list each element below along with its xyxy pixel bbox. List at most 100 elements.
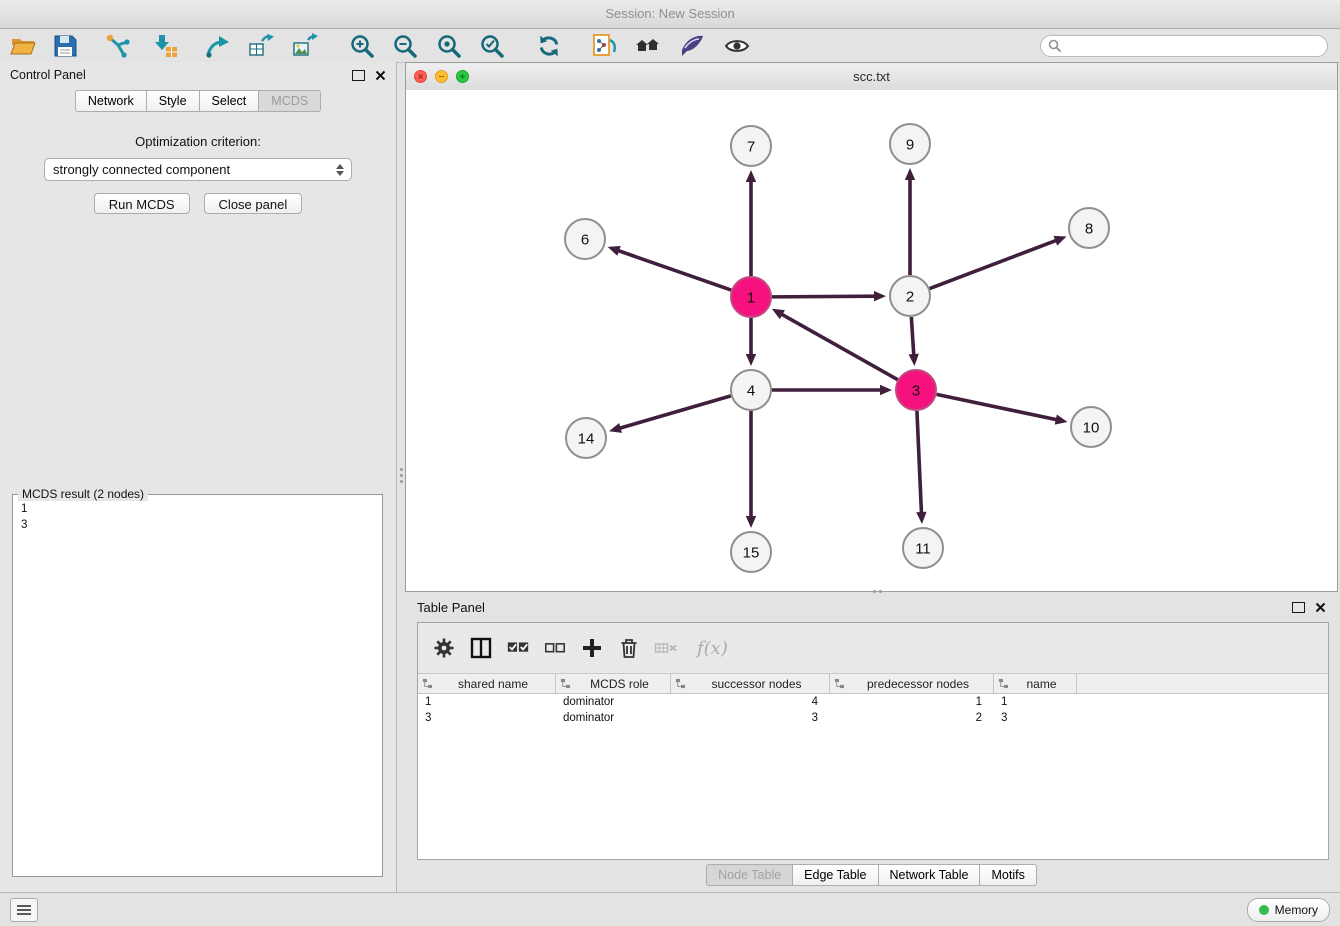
column-header-predecessor-nodes[interactable]: predecessor nodes (830, 674, 994, 693)
export-table-icon[interactable] (248, 33, 274, 59)
optimization-criterion-dropdown[interactable]: strongly connected component (44, 158, 352, 181)
edge-1-6[interactable] (616, 250, 731, 290)
edge-4-14[interactable] (618, 396, 731, 429)
table-row[interactable]: 3dominator323 (418, 710, 1328, 726)
window-title-bar: Session: New Session (0, 0, 1340, 29)
zoom-selected-icon[interactable] (479, 33, 505, 59)
close-window-icon[interactable] (414, 70, 427, 83)
tab-style[interactable]: Style (146, 90, 200, 112)
tab-mcds[interactable]: MCDS (258, 90, 321, 112)
edge-arrowhead (746, 170, 756, 182)
run-mcds-button[interactable]: Run MCDS (94, 193, 190, 214)
import-network-icon[interactable] (105, 33, 131, 59)
table-cell[interactable]: dominator (556, 696, 671, 708)
table-cell[interactable]: 2 (830, 712, 994, 724)
close-panel-icon[interactable] (375, 70, 386, 81)
tab-edge-table[interactable]: Edge Table (792, 864, 878, 886)
mcds-result-item: 1 (13, 501, 382, 517)
edge-3-1[interactable] (780, 313, 898, 379)
dropdown-stepper-icon (336, 164, 346, 176)
graph-node-11[interactable]: 11 (903, 528, 943, 568)
show-columns-icon[interactable] (469, 636, 493, 660)
edge-2-8[interactable] (930, 240, 1059, 289)
tab-motifs[interactable]: Motifs (979, 864, 1036, 886)
float-table-panel-icon[interactable] (1292, 602, 1305, 613)
table-cell[interactable]: 3 (418, 712, 556, 724)
graph-node-2[interactable]: 2 (890, 276, 930, 316)
export-image-icon[interactable] (292, 33, 318, 59)
memory-label: Memory (1275, 903, 1318, 917)
zoom-fit-icon[interactable] (436, 33, 462, 59)
column-header-name[interactable]: name (994, 674, 1077, 693)
zoom-window-icon[interactable] (456, 70, 469, 83)
network-canvas[interactable]: 7 9 6 8 1 2 4 3 14 10 15 11 (406, 90, 1337, 591)
table-cell[interactable]: 3 (994, 712, 1077, 724)
graph-node-6[interactable]: 6 (565, 219, 605, 259)
close-table-panel-icon[interactable] (1315, 602, 1326, 613)
export-network-icon[interactable] (205, 33, 231, 59)
zoom-out-icon[interactable] (392, 33, 418, 59)
import-table-icon[interactable] (152, 33, 178, 59)
network-from-selection-icon[interactable] (592, 33, 618, 59)
tab-node-table[interactable]: Node Table (706, 864, 793, 886)
graph-node-9[interactable]: 9 (890, 124, 930, 164)
edge-1-2[interactable] (772, 296, 877, 297)
delete-table-icon-disabled (654, 636, 678, 660)
create-column-plus-icon[interactable] (580, 636, 604, 660)
refresh-icon[interactable] (536, 33, 562, 59)
edge-arrowhead (746, 516, 756, 528)
table-cell[interactable]: 4 (671, 696, 830, 708)
mcds-result-box: MCDS result (2 nodes) 13 (12, 494, 383, 877)
tab-network-table[interactable]: Network Table (878, 864, 981, 886)
svg-text:4: 4 (747, 383, 755, 400)
table-cell[interactable]: 1 (418, 696, 556, 708)
status-menu-button[interactable] (10, 898, 38, 922)
edge-3-11[interactable] (917, 411, 922, 515)
open-session-icon[interactable] (10, 33, 36, 59)
graph-node-8[interactable]: 8 (1069, 208, 1109, 248)
show-hide-icon[interactable] (724, 33, 750, 59)
delete-column-trash-icon[interactable] (617, 636, 641, 660)
edge-2-3[interactable] (911, 317, 914, 357)
search-input[interactable] (1040, 35, 1328, 57)
column-header-MCDS-role[interactable]: MCDS role (556, 674, 671, 693)
network-window-title: scc.txt (853, 69, 890, 84)
annotations-icon[interactable] (679, 33, 705, 59)
table-row[interactable]: 1dominator411 (418, 694, 1328, 710)
save-session-icon[interactable] (52, 33, 78, 59)
zoom-in-icon[interactable] (349, 33, 375, 59)
edge-arrowhead (874, 291, 886, 301)
table-cell[interactable]: dominator (556, 712, 671, 724)
table-cell[interactable]: 1 (994, 696, 1077, 708)
table-settings-gear-icon[interactable] (432, 636, 456, 660)
tab-network[interactable]: Network (75, 90, 147, 112)
window-controls (414, 70, 469, 83)
table-body: 1dominator4113dominator323 (418, 694, 1328, 726)
table-cell[interactable]: 3 (671, 712, 830, 724)
close-panel-button[interactable]: Close panel (204, 193, 303, 214)
graph-node-10[interactable]: 10 (1071, 407, 1111, 447)
float-panel-icon[interactable] (352, 70, 365, 81)
mcds-result-item: 3 (13, 517, 382, 533)
graph-node-14[interactable]: 14 (566, 418, 606, 458)
column-header-successor-nodes[interactable]: successor nodes (671, 674, 830, 693)
graph-node-3[interactable]: 3 (896, 370, 936, 410)
column-header-shared-name[interactable]: shared name (418, 674, 556, 693)
network-graph[interactable]: 7 9 6 8 1 2 4 3 14 10 15 11 (406, 90, 1337, 591)
svg-text:9: 9 (906, 137, 914, 154)
search-icon (1048, 39, 1062, 53)
deselect-all-icon[interactable] (543, 636, 567, 660)
graph-node-4[interactable]: 4 (731, 370, 771, 410)
vertical-splitter-handle[interactable] (398, 460, 404, 490)
graph-node-1[interactable]: 1 (731, 277, 771, 317)
tab-select[interactable]: Select (199, 90, 260, 112)
graph-node-7[interactable]: 7 (731, 126, 771, 166)
minimize-window-icon[interactable] (435, 70, 448, 83)
memory-button[interactable]: Memory (1247, 898, 1330, 922)
graph-node-15[interactable]: 15 (731, 532, 771, 572)
edge-3-10[interactable] (937, 394, 1059, 420)
network-view-window: scc.txt 7 9 6 8 1 2 4 3 14 10 15 11 (405, 62, 1338, 592)
table-cell[interactable]: 1 (830, 696, 994, 708)
select-all-icon[interactable] (506, 636, 530, 660)
first-neighbors-icon[interactable] (635, 33, 661, 59)
